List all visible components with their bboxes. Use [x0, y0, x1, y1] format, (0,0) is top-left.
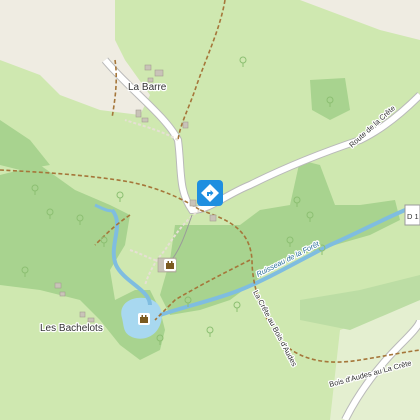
map-canvas[interactable]: La Barre Les Bachelots Route de la Crête… [0, 0, 420, 420]
place-label-les-bachelots: Les Bachelots [40, 323, 103, 334]
castle-icon [164, 259, 176, 271]
place-label-la-barre: La Barre [128, 82, 167, 93]
directions-icon[interactable] [197, 180, 223, 206]
road-shield-label: D 1 [407, 212, 419, 221]
map-base: La Barre Les Bachelots Route de la Crête… [0, 0, 420, 420]
castle-icon [138, 313, 150, 325]
